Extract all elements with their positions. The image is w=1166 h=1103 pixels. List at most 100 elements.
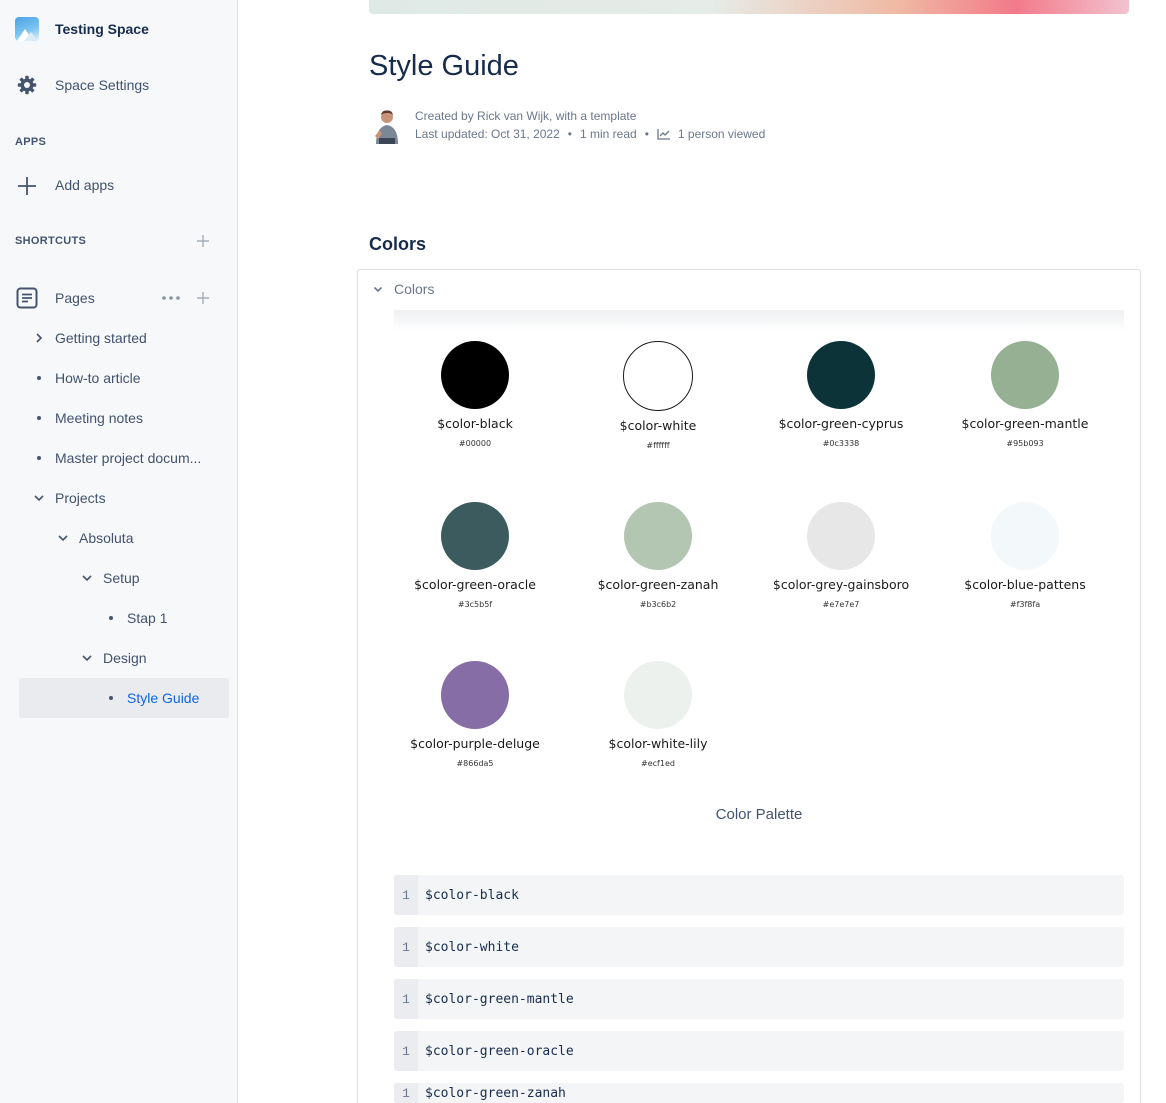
color-swatch: $color-green-mantle #95b093 [935, 341, 1115, 448]
chevron-right-icon[interactable] [33, 332, 45, 344]
space-name[interactable]: Testing Space [55, 21, 149, 37]
code-text[interactable]: $color-green-zanah [418, 1086, 566, 1101]
swatch-circle [807, 502, 875, 570]
chevron-down-icon[interactable] [372, 283, 384, 295]
swatch-hex: #95b093 [1006, 439, 1044, 448]
tree-item-projects[interactable]: Projects [33, 486, 106, 510]
swatch-name: $color-grey-gainsboro [772, 577, 910, 592]
swatch-hex: #f3f8fa [1009, 600, 1041, 609]
swatch-name: $color-green-oracle [414, 577, 536, 592]
bullet-icon [37, 456, 41, 460]
tree-item-label[interactable]: Absoluta [79, 530, 133, 546]
read-time-text: 1 min read [579, 127, 637, 141]
swatch-circle [441, 502, 509, 570]
tree-item-label[interactable]: Master project docum... [55, 450, 201, 466]
author-avatar[interactable] [370, 108, 402, 144]
color-swatch: $color-white #ffffff [568, 341, 748, 450]
color-swatch: $color-green-cyprus #0c3338 [751, 341, 931, 448]
tree-item-label[interactable]: Meeting notes [55, 410, 143, 426]
swatch-circle [991, 341, 1059, 409]
code-block[interactable]: 1 $color-green-zanah [394, 1083, 1124, 1103]
code-block[interactable]: 1 $color-white [394, 927, 1124, 967]
created-by-text: Created by Rick van Wijk, with a templat… [415, 109, 637, 123]
tree-item-how-to-article[interactable]: How-to article [37, 366, 141, 390]
sidebar: Testing Space Space Settings APPS Add ap… [0, 0, 238, 1103]
swatch-circle [624, 502, 692, 570]
pages-label[interactable]: Pages [55, 290, 95, 306]
swatch-name: $color-white-lily [608, 736, 708, 751]
swatch-name: $color-black [437, 416, 513, 431]
swatch-circle [441, 661, 509, 729]
swatch-hex: #00000 [458, 439, 492, 448]
tree-item-label[interactable]: Setup [103, 570, 140, 586]
bullet-icon [37, 416, 41, 420]
line-number: 1 [394, 875, 418, 915]
code-text[interactable]: $color-white [418, 940, 519, 955]
expand-toggle[interactable]: Colors [372, 281, 434, 297]
last-updated-text: Last updated: Oct 31, 2022 [415, 127, 560, 141]
chevron-down-icon[interactable] [81, 652, 93, 664]
tree-item-stap-1[interactable]: Stap 1 [109, 606, 167, 630]
gear-icon [17, 75, 37, 95]
swatch-circle [441, 341, 509, 409]
bullet-icon [109, 696, 113, 700]
line-number: 1 [394, 1083, 418, 1103]
code-text[interactable]: $color-green-mantle [418, 992, 574, 1007]
swatch-hex: #b3c6b2 [639, 600, 677, 609]
code-block[interactable]: 1 $color-green-mantle [394, 979, 1124, 1019]
tree-item-meeting-notes[interactable]: Meeting notes [37, 406, 143, 430]
line-number: 1 [394, 979, 418, 1019]
header-image [369, 0, 1129, 14]
tree-item-master-project[interactable]: Master project docum... [37, 446, 201, 470]
analytics-icon[interactable] [657, 128, 671, 140]
tree-item-getting-started[interactable]: Getting started [33, 326, 147, 350]
tree-item-label[interactable]: How-to article [55, 370, 141, 386]
color-swatch: $color-green-zanah #b3c6b2 [568, 502, 748, 609]
tree-item-label[interactable]: Getting started [55, 330, 147, 346]
meta-separator: • [567, 127, 572, 141]
page-title: Style Guide [369, 50, 519, 82]
swatch-hex: #866da5 [456, 759, 494, 768]
tree-item-label[interactable]: Stap 1 [127, 610, 167, 626]
more-icon[interactable] [161, 294, 181, 302]
tree-item-label[interactable]: Style Guide [127, 690, 199, 706]
tree-item-setup[interactable]: Setup [81, 566, 140, 590]
code-block[interactable]: 1 $color-black [394, 875, 1124, 915]
color-swatch: $color-blue-pattens #f3f8fa [935, 502, 1115, 609]
tree-item-design[interactable]: Design [81, 646, 147, 670]
tree-item-label[interactable]: Projects [55, 490, 106, 506]
color-swatch: $color-green-oracle #3c5b5f [385, 502, 565, 609]
code-block[interactable]: 1 $color-green-oracle [394, 1031, 1124, 1071]
apps-heading: APPS [15, 136, 47, 148]
shortcuts-heading: SHORTCUTS [15, 235, 87, 247]
add-shortcut-icon[interactable] [196, 234, 210, 248]
viewers-text[interactable]: 1 person viewed [678, 127, 765, 141]
section-heading-colors: Colors [369, 234, 427, 254]
line-number: 1 [394, 927, 418, 967]
chevron-down-icon[interactable] [33, 492, 45, 504]
swatch-hex: #0c3338 [822, 439, 860, 448]
bullet-icon [109, 616, 113, 620]
expand-title[interactable]: Colors [394, 281, 434, 297]
swatch-circle [624, 661, 692, 729]
color-swatch: $color-white-lily #ecf1ed [568, 661, 748, 768]
color-swatch: $color-grey-gainsboro #e7e7e7 [751, 502, 931, 609]
palette-caption: Color Palette [715, 806, 803, 823]
tree-item-style-guide[interactable]: Style Guide [109, 686, 199, 710]
space-logo-icon[interactable] [15, 17, 39, 41]
swatch-name: $color-blue-pattens [964, 577, 1086, 592]
swatch-hex: #e7e7e7 [822, 600, 860, 609]
color-swatch: $color-black #00000 [385, 341, 565, 448]
space-settings-link[interactable]: Space Settings [55, 77, 149, 93]
line-number: 1 [394, 1031, 418, 1071]
tree-item-absoluta[interactable]: Absoluta [57, 526, 133, 550]
chevron-down-icon[interactable] [81, 572, 93, 584]
chevron-down-icon[interactable] [57, 532, 69, 544]
code-text[interactable]: $color-black [418, 888, 519, 903]
add-page-icon[interactable] [196, 291, 210, 305]
code-text[interactable]: $color-green-oracle [418, 1044, 574, 1059]
swatch-hex: #ecf1ed [641, 759, 675, 768]
page-meta: Last updated: Oct 31, 2022 • 1 min read … [415, 127, 765, 141]
add-apps-button[interactable]: Add apps [55, 177, 114, 193]
tree-item-label[interactable]: Design [103, 650, 147, 666]
